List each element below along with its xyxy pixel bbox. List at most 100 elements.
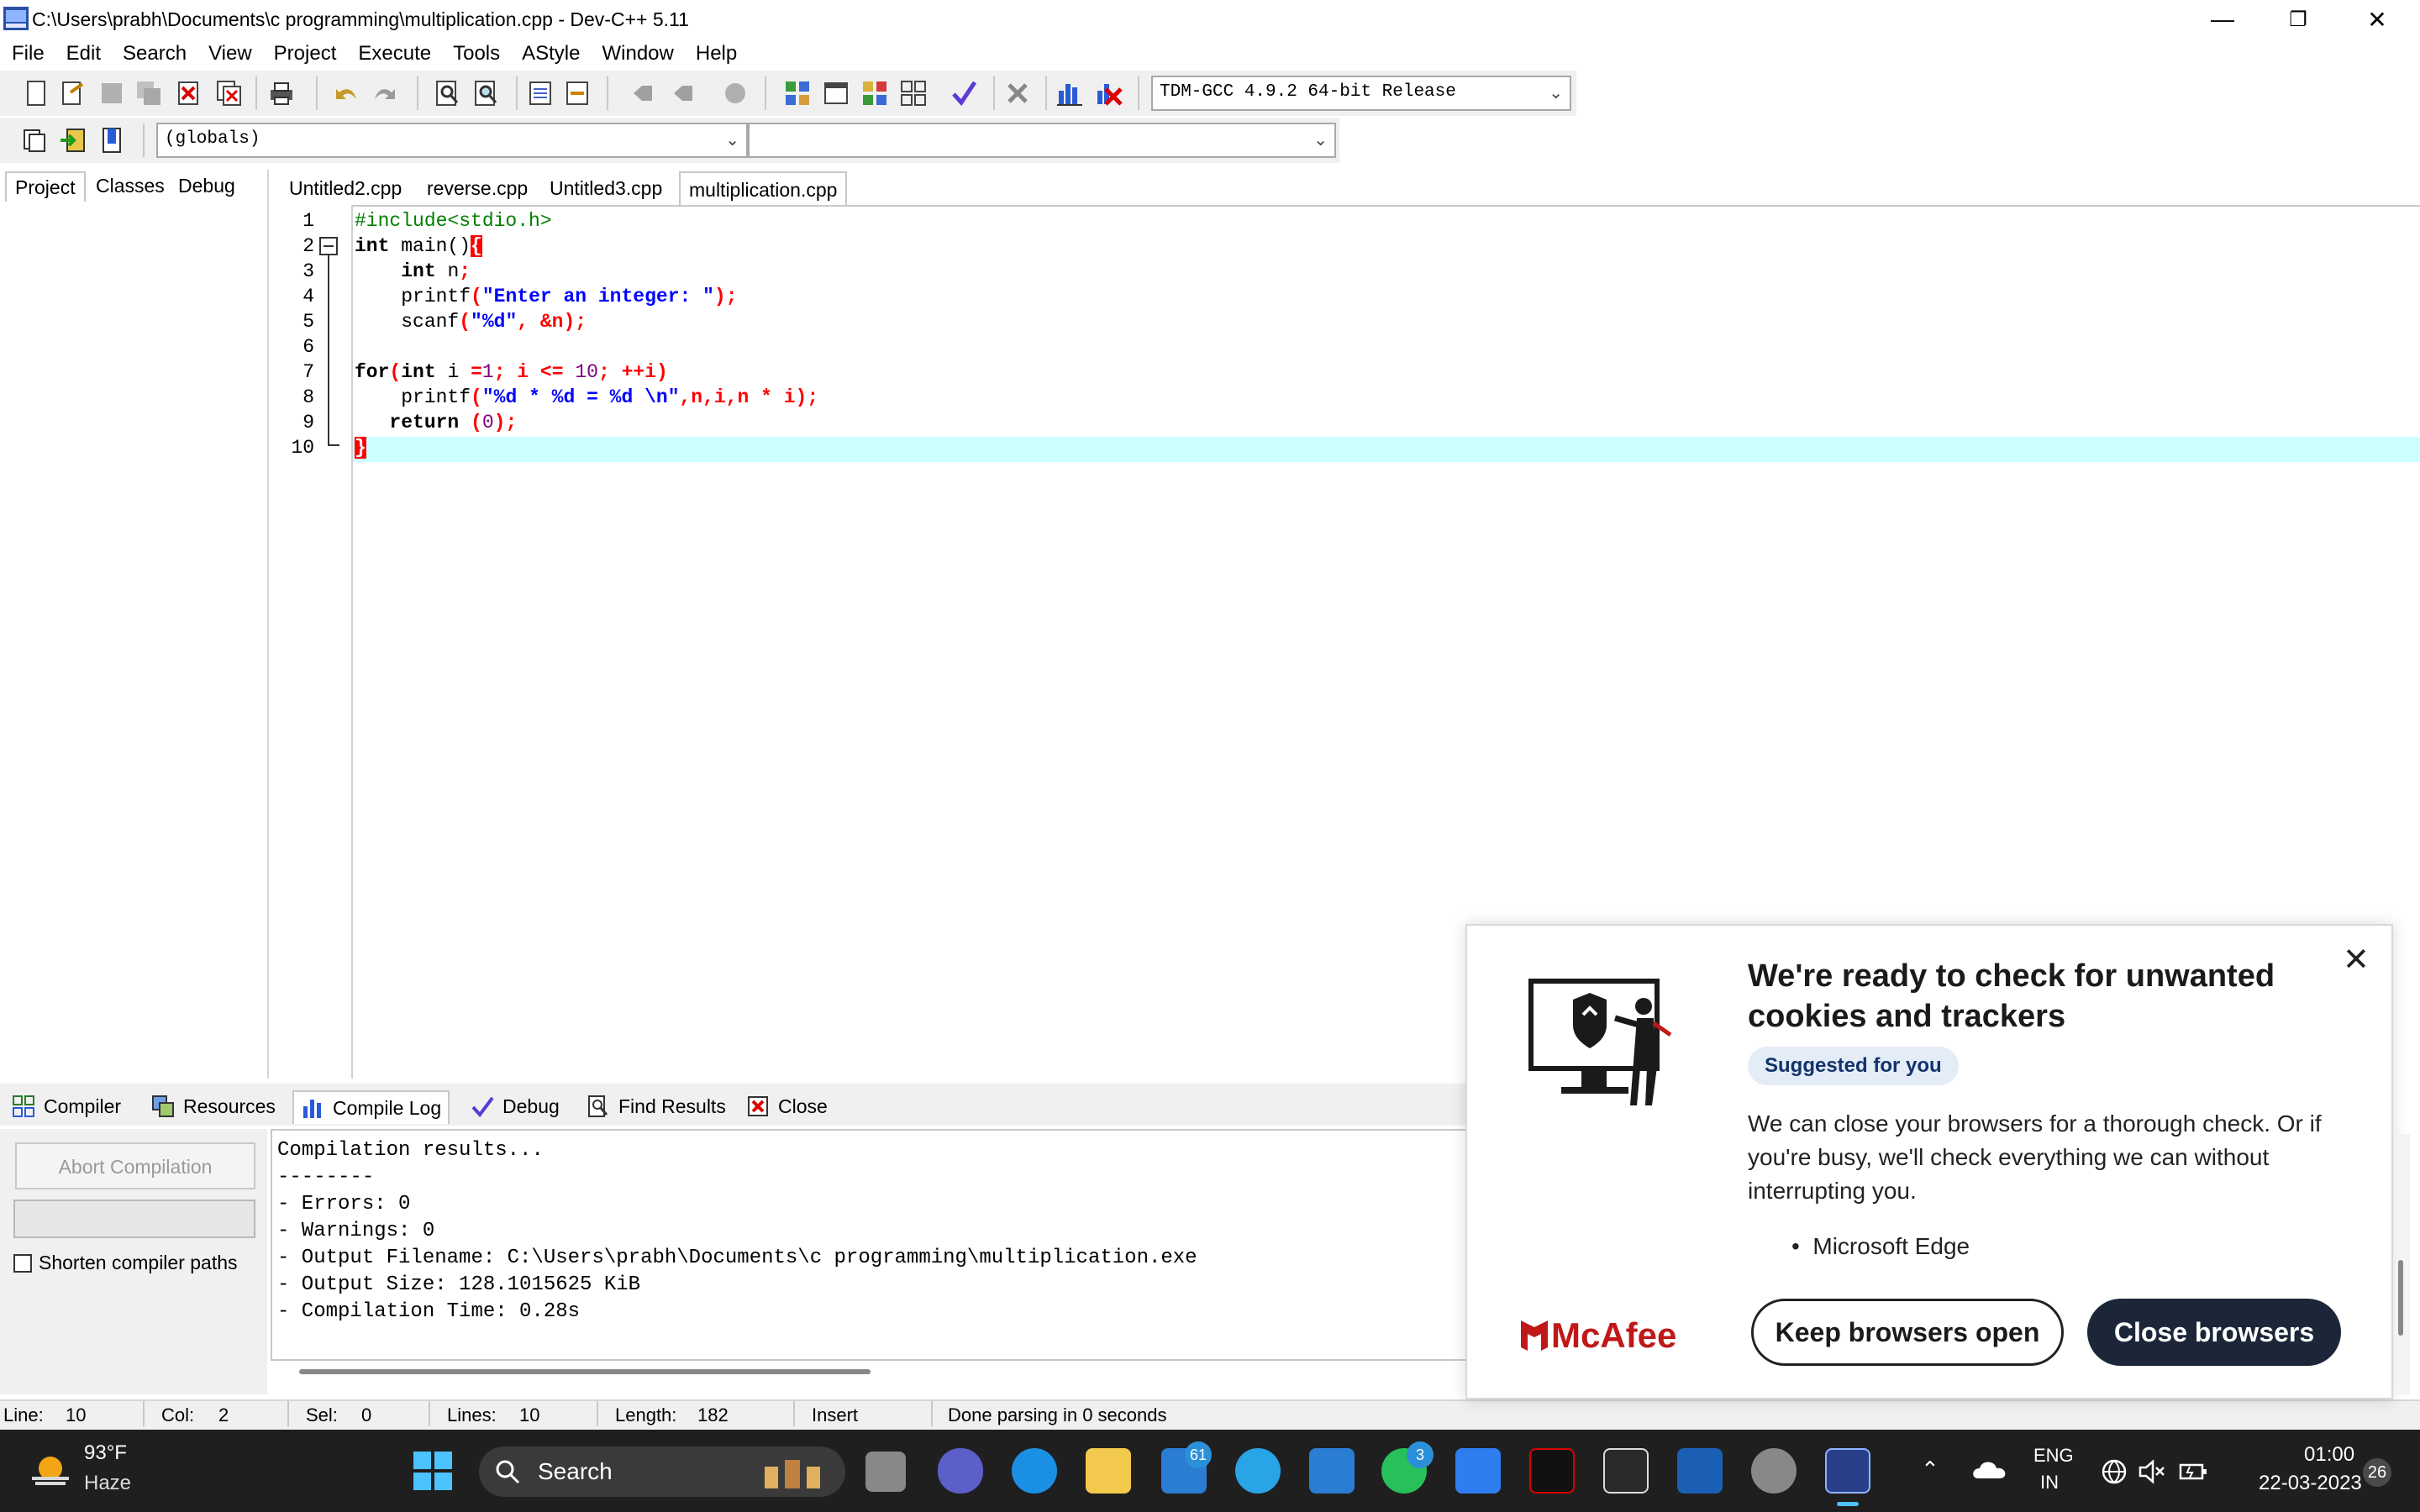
netflix-icon[interactable] — [1529, 1448, 1575, 1494]
onedrive-cloud-icon[interactable] — [1971, 1457, 2008, 1482]
keep-browsers-open-button[interactable]: Keep browsers open — [1751, 1299, 2064, 1366]
close-window-button[interactable]: ✕ — [2339, 0, 2415, 39]
rebuild-icon[interactable] — [899, 79, 928, 108]
weather-temp[interactable]: 93°F — [84, 1441, 127, 1465]
toggle-bookmark-icon[interactable] — [97, 126, 126, 155]
horizontal-scrollbar[interactable] — [299, 1369, 871, 1374]
popup-scrollbar-track[interactable] — [2395, 1134, 2410, 1394]
abort-compilation-button[interactable]: Abort Compilation — [15, 1142, 255, 1189]
print-icon[interactable] — [267, 79, 296, 108]
notes-app-icon[interactable] — [1603, 1448, 1649, 1494]
open-file-icon[interactable] — [59, 79, 87, 108]
run-icon[interactable] — [822, 79, 850, 108]
next-icon[interactable] — [669, 79, 697, 108]
disk-app-icon[interactable] — [1751, 1448, 1797, 1494]
tab-project[interactable]: Project — [5, 171, 86, 202]
tab-debug-left[interactable]: Debug — [170, 171, 244, 200]
compile-run-icon[interactable] — [860, 79, 889, 108]
goto-icon[interactable] — [59, 126, 87, 155]
menu-execute[interactable]: Execute — [346, 39, 441, 69]
redo-icon[interactable] — [370, 79, 398, 108]
tab-untitled3[interactable]: Untitled3.cpp — [541, 171, 671, 205]
edge-browser-icon[interactable] — [1012, 1448, 1057, 1494]
notification-count-badge[interactable]: 26 — [2363, 1458, 2391, 1487]
status-col-label: Col: — [161, 1404, 195, 1425]
chevron-up-icon[interactable]: ⌃ — [1921, 1457, 1939, 1483]
compile-icon[interactable] — [783, 79, 812, 108]
weather-desc[interactable]: Haze — [84, 1472, 131, 1495]
speaker-muted-icon[interactable] — [2138, 1458, 2166, 1485]
shorten-paths-checkbox[interactable]: Shorten compiler paths — [13, 1252, 238, 1274]
menu-window[interactable]: Window — [591, 39, 684, 69]
menu-view[interactable]: View — [197, 39, 262, 69]
title-bar: C:\Users\prabh\Documents\c programming\m… — [0, 0, 2420, 39]
tab-multiplication[interactable]: multiplication.cpp — [679, 171, 848, 207]
delete-profile-icon[interactable] — [1094, 79, 1123, 108]
tab-classes[interactable]: Classes — [87, 171, 173, 200]
bar-chart-icon — [303, 1100, 321, 1118]
menu-search[interactable]: Search — [111, 39, 197, 69]
new-file-icon[interactable] — [22, 79, 50, 108]
weather-sun-icon[interactable] — [25, 1445, 76, 1495]
symbol-select[interactable]: ⌄ — [748, 123, 1336, 158]
popup-close-icon[interactable]: ✕ — [2343, 941, 2370, 979]
maximize-button[interactable]: ❐ — [2260, 0, 2336, 39]
menu-tools[interactable]: Tools — [441, 39, 510, 69]
clock-time[interactable]: 01:00 — [2304, 1443, 2354, 1467]
close-browsers-button[interactable]: Close browsers — [2087, 1299, 2341, 1366]
close-file-icon[interactable] — [175, 79, 203, 108]
checkbox-box[interactable] — [13, 1253, 32, 1273]
taskbar-search[interactable]: Search — [479, 1446, 845, 1497]
stop-execution-icon[interactable] — [1003, 79, 1032, 108]
telegram-icon[interactable] — [1235, 1448, 1281, 1494]
clock-date[interactable]: 22-03-2023 — [2259, 1472, 2362, 1495]
menu-astyle[interactable]: AStyle — [510, 39, 590, 69]
minimize-button[interactable]: — — [2185, 0, 2260, 39]
insert-icon[interactable] — [20, 126, 49, 155]
globe-icon[interactable] — [2101, 1458, 2128, 1485]
profile-icon[interactable] — [1055, 79, 1084, 108]
save-icon[interactable] — [97, 79, 126, 108]
task-view-icon[interactable] — [865, 1452, 906, 1492]
save-all-icon[interactable] — [134, 79, 163, 108]
tab-reverse[interactable]: reverse.cpp — [418, 171, 536, 205]
unindent-icon[interactable] — [563, 79, 592, 108]
taskbar — [0, 1430, 2420, 1512]
menu-edit[interactable]: Edit — [55, 39, 111, 69]
tab-debug-bottom[interactable]: Debug — [471, 1090, 560, 1122]
menu-project[interactable]: Project — [262, 39, 347, 69]
tab-compile-log[interactable]: Compile Log — [292, 1090, 450, 1124]
store-icon[interactable] — [1309, 1448, 1355, 1494]
replace-icon[interactable] — [472, 79, 501, 108]
file-explorer-icon[interactable] — [1086, 1448, 1131, 1494]
language-indicator[interactable]: ENG — [2033, 1445, 2074, 1467]
line-number: 3 — [302, 260, 314, 282]
menu-help[interactable]: Help — [684, 39, 747, 69]
scope-select[interactable]: (globals) ⌄ — [156, 123, 748, 158]
tab-resources[interactable]: Resources — [151, 1090, 276, 1122]
indent-icon[interactable] — [526, 79, 555, 108]
devcpp-taskbar-icon[interactable] — [1825, 1448, 1870, 1494]
compiler-select[interactable]: TDM-GCC 4.9.2 64-bit Release ⌄ — [1151, 76, 1571, 111]
vpn-app-icon[interactable] — [1455, 1448, 1501, 1494]
tab-untitled2[interactable]: Untitled2.cpp — [281, 171, 410, 205]
fold-marker-icon[interactable] — [318, 235, 341, 454]
bookmark-icon[interactable] — [721, 79, 750, 108]
find-icon[interactable] — [434, 79, 462, 108]
tab-find-results[interactable]: Find Results — [587, 1090, 726, 1122]
tab-close[interactable]: Close — [746, 1090, 828, 1122]
battery-icon[interactable] — [2178, 1458, 2208, 1485]
syntax-check-icon[interactable] — [950, 79, 978, 108]
menu-file[interactable]: File — [0, 39, 55, 69]
prev-icon[interactable] — [629, 79, 657, 108]
teams-chat-icon[interactable] — [938, 1448, 983, 1494]
region-indicator[interactable]: IN — [2040, 1472, 2059, 1494]
log-line: - Compilation Time: 0.28s — [277, 1300, 581, 1323]
undo-icon[interactable] — [333, 79, 361, 108]
tab-compiler[interactable]: Compiler — [12, 1090, 121, 1122]
popup-scrollbar-thumb[interactable] — [2398, 1260, 2403, 1336]
prime-video-icon[interactable] — [1677, 1448, 1723, 1494]
compile-log[interactable] — [271, 1129, 1467, 1361]
close-all-icon[interactable] — [215, 79, 244, 108]
windows-start-icon[interactable] — [412, 1450, 454, 1492]
